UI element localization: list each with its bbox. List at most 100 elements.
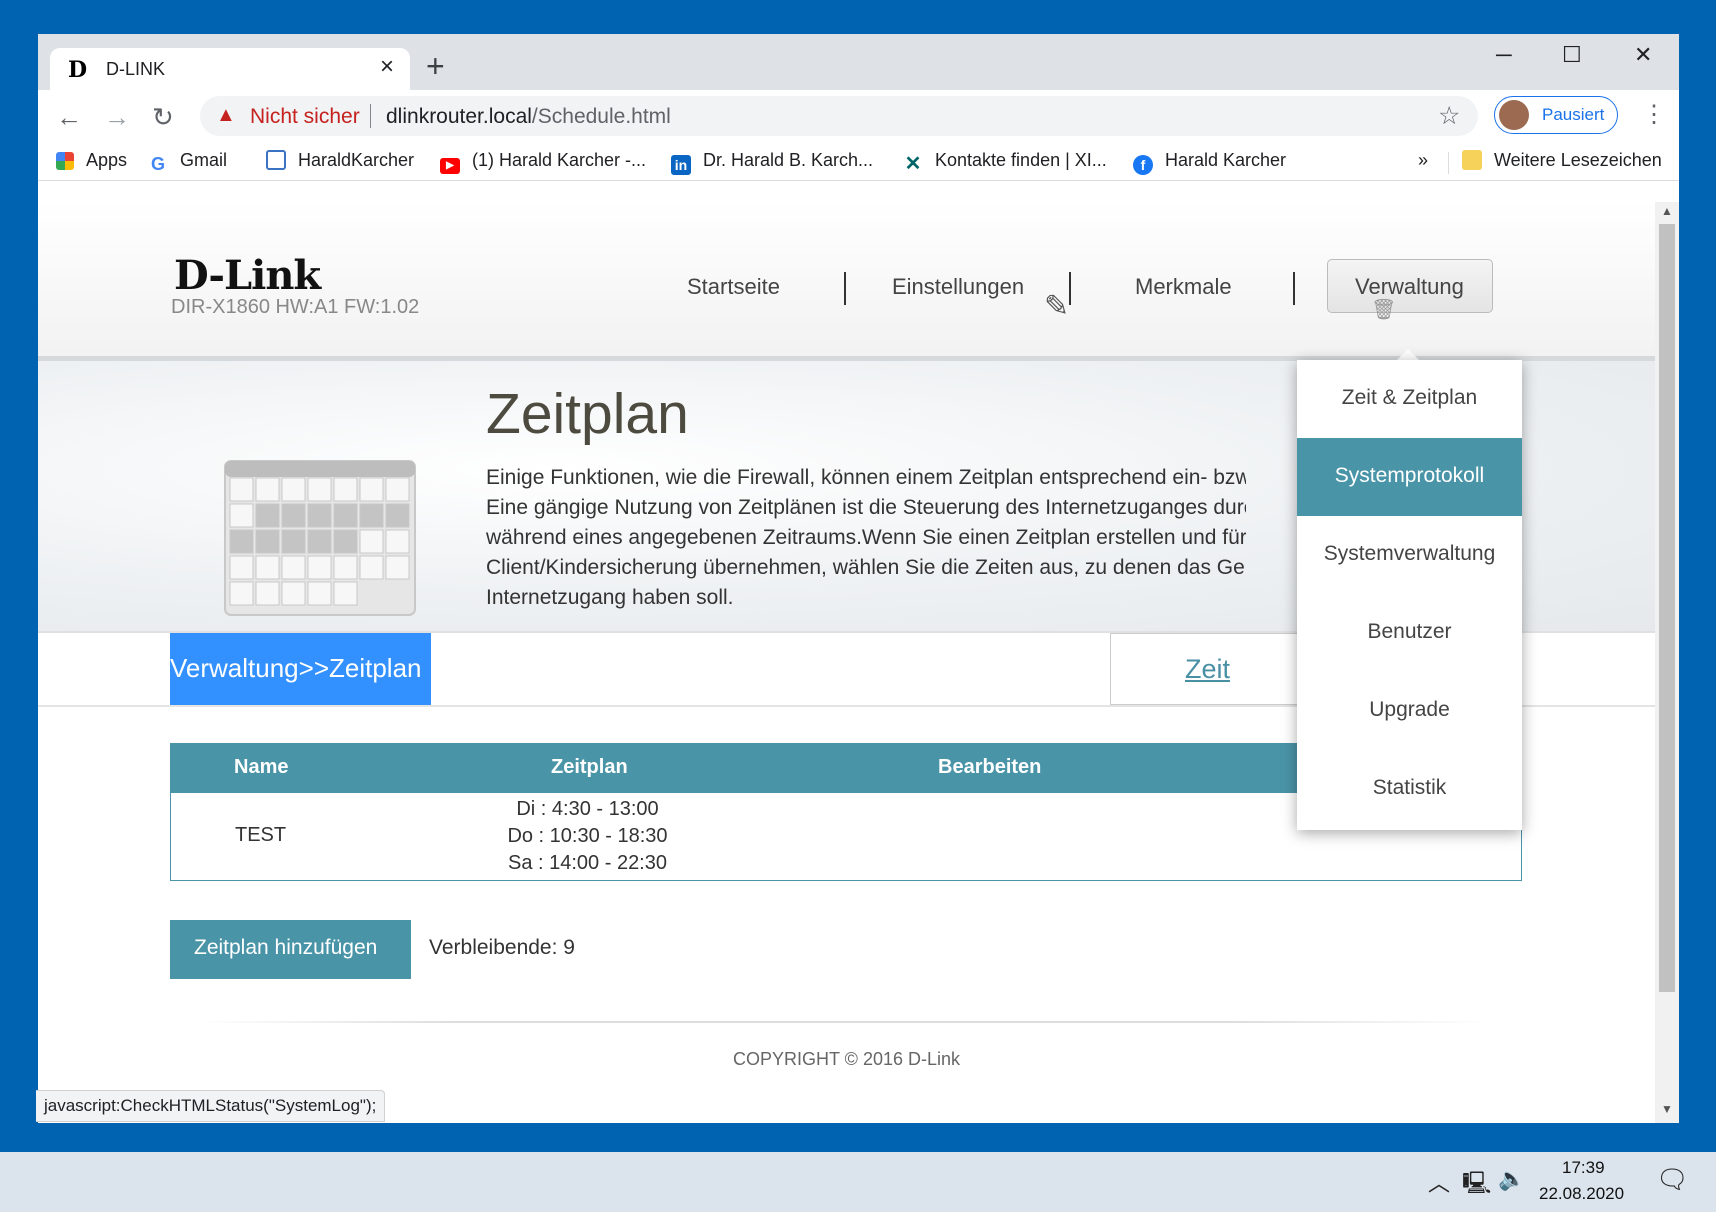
dropdown-item-statistik[interactable]: Statistik: [1297, 750, 1522, 828]
edit-pencil-icon[interactable]: ✎: [1044, 289, 1069, 324]
calendar-cell: [229, 529, 254, 554]
calendar-icon: [224, 460, 416, 616]
warning-icon: ▲: [216, 104, 236, 126]
menu-einstellungen[interactable]: Einstellungen: [892, 274, 1024, 300]
security-label[interactable]: Nicht sicher: [250, 105, 360, 129]
verwaltung-dropdown: Zeit & Zeitplan Systemprotokoll Systemve…: [1297, 360, 1522, 830]
calendar-cell: [229, 555, 254, 580]
dropdown-item-upgrade[interactable]: Upgrade: [1297, 672, 1522, 750]
description-line: während eines angegebenen Zeitraums.Wenn…: [486, 526, 1246, 549]
calendar-cell: [307, 555, 332, 580]
forward-icon[interactable]: →: [104, 102, 130, 133]
bookmark-facebook[interactable]: f Harald Karcher: [1133, 150, 1286, 175]
calendar-cell: [255, 555, 280, 580]
volume-icon[interactable]: 🔈: [1498, 1166, 1525, 1192]
schedule-time-entry: Sa : 14:00 - 22:30: [507, 852, 667, 874]
add-schedule-button[interactable]: Zeitplan hinzufügen: [170, 920, 411, 979]
avatar: [1499, 100, 1529, 130]
reload-icon[interactable]: ↻: [152, 102, 174, 133]
calendar-cell: [255, 529, 280, 554]
calendar-cell: [359, 529, 384, 554]
bookmarks-divider: [1448, 152, 1449, 174]
folder-icon: [1462, 150, 1482, 170]
bookmark-linkedin[interactable]: in Dr. Harald B. Karch...: [671, 150, 873, 175]
calendar-cell: [281, 529, 306, 554]
remaining-count: Verbleibende: 9: [429, 936, 575, 959]
menu-separator: [1293, 272, 1295, 305]
address-bar[interactable]: ▲ Nicht sicher dlinkrouter.local/Schedul…: [200, 96, 1478, 136]
bookmark-star-icon[interactable]: ☆: [1438, 101, 1460, 131]
scroll-thumb[interactable]: [1659, 224, 1675, 992]
clock-date[interactable]: 22.08.2020: [1539, 1184, 1624, 1204]
schedule-times: Di : 4:30 - 13:00 Do : 10:30 - 18:30 Sa …: [471, 796, 704, 877]
scroll-up-icon[interactable]: ▲: [1661, 204, 1673, 218]
bookmarks-overflow-icon[interactable]: »: [1418, 150, 1428, 171]
calendar-cell: [281, 503, 306, 528]
dlink-logo: D-Link: [174, 252, 321, 299]
menu-separator: [844, 272, 846, 305]
url-text[interactable]: dlinkrouter.local/Schedule.html: [386, 105, 671, 129]
column-header-bearbeiten: Bearbeiten: [938, 756, 1042, 778]
status-url-bubble: javascript:CheckHTMLStatus("SystemLog");: [36, 1090, 386, 1122]
menu-verwaltung[interactable]: Verwaltung: [1327, 259, 1493, 313]
profile-status: Pausiert: [1542, 105, 1605, 124]
close-window-icon[interactable]: ✕: [1634, 42, 1652, 68]
facebook-icon: f: [1133, 155, 1153, 175]
page-icon: [266, 150, 286, 170]
tray-expand-icon[interactable]: ︿: [1428, 1166, 1450, 1198]
page-description: Einige Funktionen, wie die Firewall, kön…: [486, 463, 1246, 613]
browser-toolbar: ← → ↻ ▲ Nicht sicher dlinkrouter.local/S…: [38, 90, 1679, 142]
calendar-cell: [255, 503, 280, 528]
footer-divider: [198, 1021, 1488, 1023]
delete-trash-icon[interactable]: 🗑: [1371, 297, 1396, 322]
windows-taskbar: ︿ 🖳 🔈 17:39 22.08.2020 🗨: [0, 1152, 1716, 1212]
clock-time[interactable]: 17:39: [1562, 1158, 1605, 1178]
menu-merkmale[interactable]: Merkmale: [1135, 274, 1232, 300]
page-viewport: D-Link DIR-X1860 HW:A1 FW:1.02 Startseit…: [38, 202, 1655, 1123]
maximize-icon[interactable]: ☐: [1562, 42, 1582, 68]
calendar-cell: [333, 477, 358, 502]
calendar-cell: [229, 477, 254, 502]
calendar-cell: [255, 477, 280, 502]
tab-close-icon[interactable]: ×: [380, 53, 394, 81]
bookmark-youtube[interactable]: ▶ (1) Harald Karcher -...: [440, 150, 646, 174]
page-title: Zeitplan: [486, 382, 689, 446]
title-bar: D D-LINK × + ─ ☐ ✕: [38, 34, 1679, 90]
browser-menu-icon[interactable]: ⋮: [1642, 100, 1666, 129]
minimize-icon[interactable]: ─: [1496, 42, 1512, 68]
description-line: Einige Funktionen, wie die Firewall, kön…: [486, 466, 1246, 489]
menu-startseite[interactable]: Startseite: [687, 274, 780, 300]
description-line: Internetzugang haben soll.: [486, 586, 734, 609]
calendar-cell: [359, 477, 384, 502]
dropdown-item-systemverwaltung[interactable]: Systemverwaltung: [1297, 516, 1522, 594]
youtube-icon: ▶: [440, 158, 460, 174]
dropdown-item-zeit-zeitplan[interactable]: Zeit & Zeitplan: [1297, 360, 1522, 438]
bookmark-haraldkarcher[interactable]: HaraldKarcher: [266, 150, 414, 171]
new-tab-icon[interactable]: +: [426, 48, 445, 85]
apps-grid-icon: [56, 152, 74, 170]
router-model: DIR-X1860 HW:A1 FW:1.02: [171, 296, 420, 318]
calendar-cell: [307, 503, 332, 528]
zeit-link[interactable]: Zeit: [1185, 654, 1230, 685]
description-line: Client/Kindersicherung übernehmen, wähle…: [486, 556, 1246, 579]
menu-separator: [1069, 272, 1071, 305]
page-scrollbar[interactable]: ▲ ▼: [1655, 202, 1679, 1123]
dropdown-item-benutzer[interactable]: Benutzer: [1297, 594, 1522, 672]
network-icon[interactable]: 🖳: [1462, 1166, 1491, 1204]
bookmark-gmail[interactable]: G Gmail: [148, 150, 227, 174]
dropdown-item-systemprotokoll[interactable]: Systemprotokoll: [1297, 438, 1522, 516]
back-icon[interactable]: ←: [56, 102, 82, 133]
browser-tab[interactable]: D D-LINK ×: [50, 48, 410, 90]
bookmark-other-folder[interactable]: Weitere Lesezeichen: [1462, 150, 1662, 171]
profile-button[interactable]: Pausiert: [1494, 96, 1618, 134]
notification-icon[interactable]: 🗨: [1656, 1164, 1689, 1195]
calendar-cell: [333, 529, 358, 554]
schedule-time-entry: Di : 4:30 - 13:00: [516, 798, 659, 820]
bookmark-xing[interactable]: ✕ Kontakte finden | XI...: [903, 150, 1107, 174]
scroll-down-icon[interactable]: ▼: [1661, 1102, 1673, 1116]
calendar-cell: [385, 555, 410, 580]
bookmark-apps[interactable]: Apps: [56, 150, 127, 171]
omnibox-divider: [370, 104, 371, 128]
copyright: COPYRIGHT © 2016 D-Link: [733, 1049, 961, 1069]
url-host: dlinkrouter.local: [386, 105, 532, 128]
